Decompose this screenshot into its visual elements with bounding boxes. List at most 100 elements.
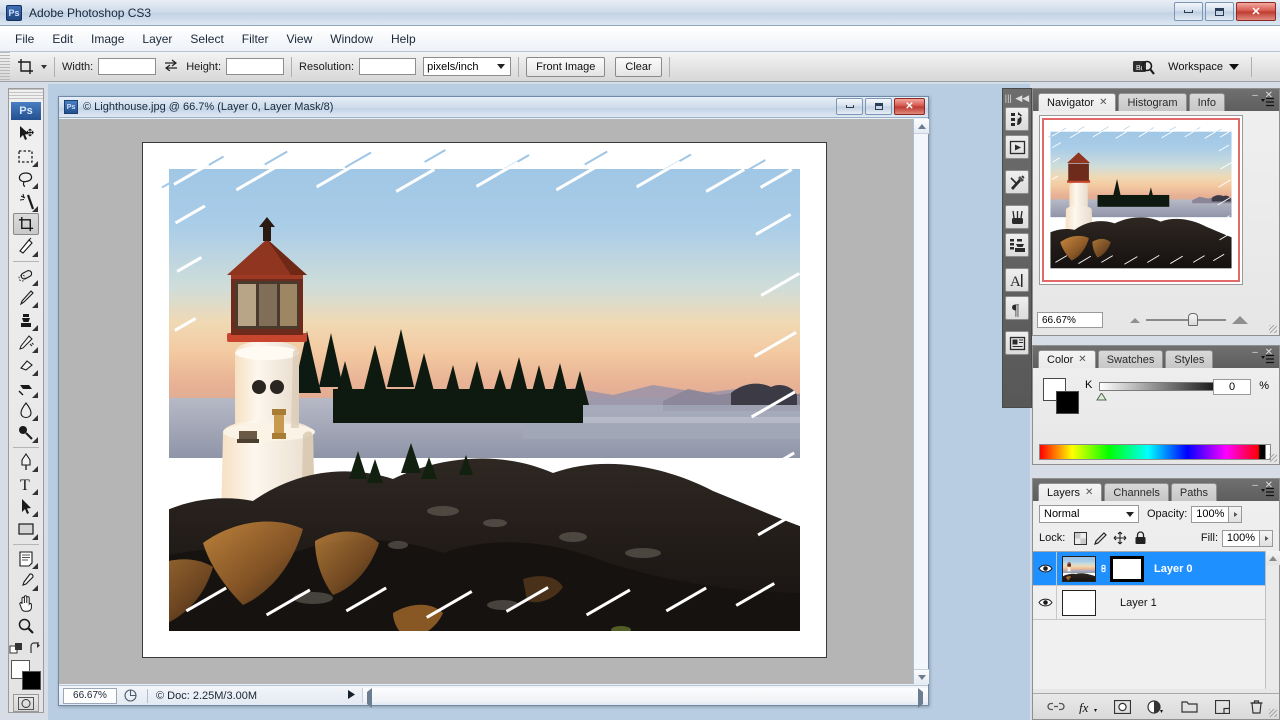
crop-tool-preset-caret-icon[interactable] [41,64,47,69]
front-image-button[interactable]: Front Image [526,56,606,77]
navigator-zoom-input[interactable]: 66.67% [1037,312,1103,328]
new-group-icon[interactable] [1179,698,1199,716]
document-horizontal-scrollbar[interactable] [362,688,928,708]
layers-scroll-up-button[interactable] [1266,551,1280,565]
table-row[interactable]: Layer 1 [1033,586,1279,620]
layer-thumbnail[interactable] [1062,589,1096,616]
tab-swatches[interactable]: Swatches [1097,350,1164,368]
color-channel-slider-thumb[interactable] [1096,392,1107,401]
color-spectrum-ramp[interactable] [1039,444,1271,460]
layers-resize-grip[interactable] [1269,709,1277,717]
lock-image-pixels-icon[interactable] [1091,530,1109,546]
tab-styles[interactable]: Styles [1165,350,1214,368]
healing-brush-tool[interactable] [13,265,39,287]
menu-image[interactable]: Image [82,29,133,49]
default-colors-icon[interactable] [9,642,25,656]
tab-color[interactable]: Color ✕ [1038,350,1096,368]
color-channel-ramp[interactable] [1099,382,1229,391]
zoom-slider-thumb[interactable] [1188,313,1198,326]
lock-all-icon[interactable] [1131,530,1149,546]
slice-tool[interactable] [13,235,39,257]
app-minimize-button[interactable] [1174,2,1203,21]
delete-layer-icon[interactable] [1246,698,1266,716]
history-panel-icon[interactable] [1005,107,1029,131]
zoom-slider-track[interactable] [1146,313,1226,326]
toolbar-drag-grip[interactable] [9,89,43,101]
hscroll-left-arrow-icon[interactable] [367,688,373,708]
clear-button[interactable]: Clear [615,56,662,77]
document-canvas-area[interactable] [59,119,928,684]
tab-paths[interactable]: Paths [1170,483,1218,501]
app-maximize-button[interactable] [1205,2,1234,21]
rectangular-marquee-tool[interactable] [13,146,39,168]
lock-transparent-pixels-icon[interactable] [1071,530,1089,546]
tab-layers[interactable]: Layers ✕ [1038,483,1103,501]
pen-tool[interactable] [13,451,39,473]
document-close-button[interactable]: ✕ [894,98,925,115]
new-adjustment-layer-icon[interactable] [1146,698,1166,716]
clone-source-panel-icon[interactable] [1005,233,1029,257]
layer-visibility-toggle[interactable] [1035,552,1057,585]
document-minimize-button[interactable] [836,98,863,115]
workspace-caret-icon[interactable] [1229,64,1239,70]
notes-tool[interactable] [13,547,39,569]
crop-resolution-input[interactable] [359,58,417,75]
scroll-down-button[interactable] [914,669,929,684]
options-bar-grip[interactable] [0,52,10,81]
tab-histogram[interactable]: Histogram [1118,93,1187,111]
blend-mode-select[interactable]: Normal [1039,505,1139,523]
menu-select[interactable]: Select [181,29,232,49]
crop-tool-icon[interactable] [14,56,38,78]
scroll-up-button[interactable] [914,119,929,134]
navigator-resize-grip[interactable] [1269,325,1277,333]
link-mask-icon[interactable] [1096,562,1110,575]
swap-colors-icon[interactable] [29,642,43,656]
menu-help[interactable]: Help [382,29,425,49]
move-tool[interactable] [13,123,39,145]
close-icon[interactable]: ✕ [1085,487,1093,498]
menu-window[interactable]: Window [321,29,382,49]
document-vertical-scrollbar[interactable] [913,119,929,684]
paragraph-panel-icon[interactable]: ¶ [1005,296,1029,320]
lock-position-icon[interactable] [1111,530,1129,546]
panel-menu-icon[interactable] [1259,485,1275,499]
hscroll-right-arrow-icon[interactable] [918,688,923,708]
layer-mask-thumbnail[interactable] [1110,555,1144,582]
layers-list-scrollbar[interactable] [1265,551,1280,689]
layer-name[interactable]: Layer 1 [1120,597,1157,609]
opacity-stepper[interactable] [1229,505,1243,523]
app-close-button[interactable]: ✕ [1236,2,1276,21]
foreground-background-color-swatches[interactable] [11,660,41,691]
crop-tool[interactable] [13,212,39,236]
add-layer-mask-icon[interactable] [1113,698,1133,716]
dock-grip[interactable]: ||| ◀◀ [1003,91,1031,105]
zoom-out-icon[interactable] [1130,317,1140,323]
lasso-tool[interactable] [13,168,39,190]
color-resize-grip[interactable] [1269,454,1277,462]
gradient-tool[interactable] [13,377,39,399]
layer-thumbnail[interactable] [1062,555,1096,582]
zoom-in-icon[interactable] [1232,316,1248,324]
path-selection-tool[interactable] [13,496,39,518]
brush-tool[interactable] [13,287,39,309]
new-layer-icon[interactable] [1213,698,1233,716]
collapse-dock-icon[interactable]: ◀◀ [1015,93,1029,104]
navigator-zoom-slider[interactable] [1107,313,1271,326]
hand-tool[interactable] [13,592,39,614]
menu-layer[interactable]: Layer [133,29,181,49]
quick-mask-icon[interactable] [13,694,39,712]
eraser-tool[interactable] [13,354,39,376]
tab-info[interactable]: Info [1188,93,1225,111]
clone-stamp-tool[interactable] [13,309,39,331]
close-icon[interactable]: ✕ [1078,354,1086,365]
panel-menu-icon[interactable] [1259,95,1275,109]
history-brush-tool[interactable] [13,332,39,354]
table-row[interactable]: Layer 0 [1033,552,1279,586]
crop-width-input[interactable] [98,58,157,75]
document-zoom-input[interactable]: 66.67% [63,687,117,704]
type-tool[interactable]: T [13,473,39,495]
color-background-swatch[interactable] [1056,391,1079,414]
dodge-tool[interactable] [13,422,39,444]
layer-comps-panel-icon[interactable] [1005,331,1029,355]
layer-style-fx-icon[interactable]: fx [1079,698,1099,716]
